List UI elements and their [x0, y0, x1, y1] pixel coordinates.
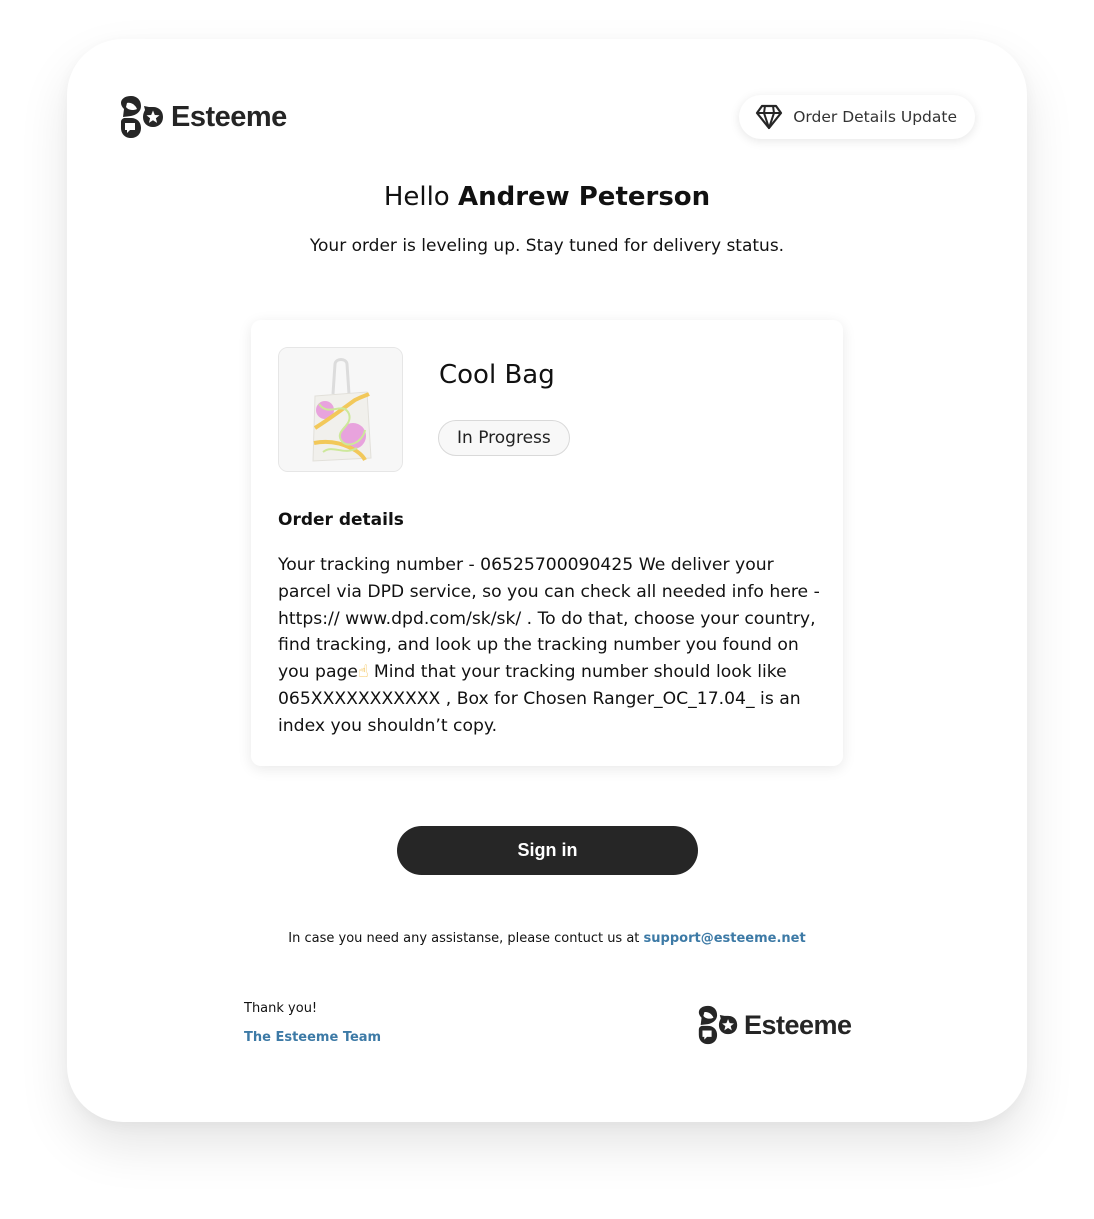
customer-name: Andrew Peterson [457, 182, 711, 212]
order-details-heading: Order details [278, 510, 404, 530]
esteeme-logo-icon [698, 1005, 738, 1045]
support-email-link[interactable]: support@esteeme.net [644, 931, 806, 946]
brand-name: Esteeme [171, 100, 287, 133]
product-image [278, 347, 403, 472]
diamond-icon [756, 104, 783, 130]
tote-bag-image [279, 348, 402, 471]
order-card: Cool Bag In Progress Order details Your … [251, 320, 843, 766]
greeting-heading: Hello Andrew Peterson [67, 182, 1027, 212]
email-card: Esteeme Order Details Update Hello Andre… [67, 39, 1027, 1122]
assistance-text: In case you need any assistanse, please … [67, 931, 1027, 946]
product-name: Cool Bag [439, 360, 555, 390]
sign-in-button[interactable]: Sign in [397, 826, 698, 875]
status-badge: In Progress [438, 420, 570, 456]
thanks-text: Thank you! [244, 1001, 318, 1016]
esteeme-logo-icon [121, 96, 163, 138]
footer-brand-name: Esteeme [744, 1009, 852, 1040]
pointing-up-emoji-icon: ☝ [357, 662, 369, 683]
greeting-prefix: Hello [383, 182, 450, 212]
header-brand-logo[interactable]: Esteeme [119, 94, 287, 140]
greeting-subtitle: Your order is leveling up. Stay tuned fo… [309, 236, 785, 256]
order-details-update-badge: Order Details Update [739, 95, 975, 139]
team-signature: The Esteeme Team [244, 1030, 382, 1045]
footer-brand-logo: Esteeme [697, 1004, 852, 1046]
order-details-text: Your tracking number - 06525700090425 We… [278, 552, 823, 740]
assistance-message: In case you need any assistanse, please … [288, 931, 644, 946]
badge-label: Order Details Update [793, 108, 957, 126]
